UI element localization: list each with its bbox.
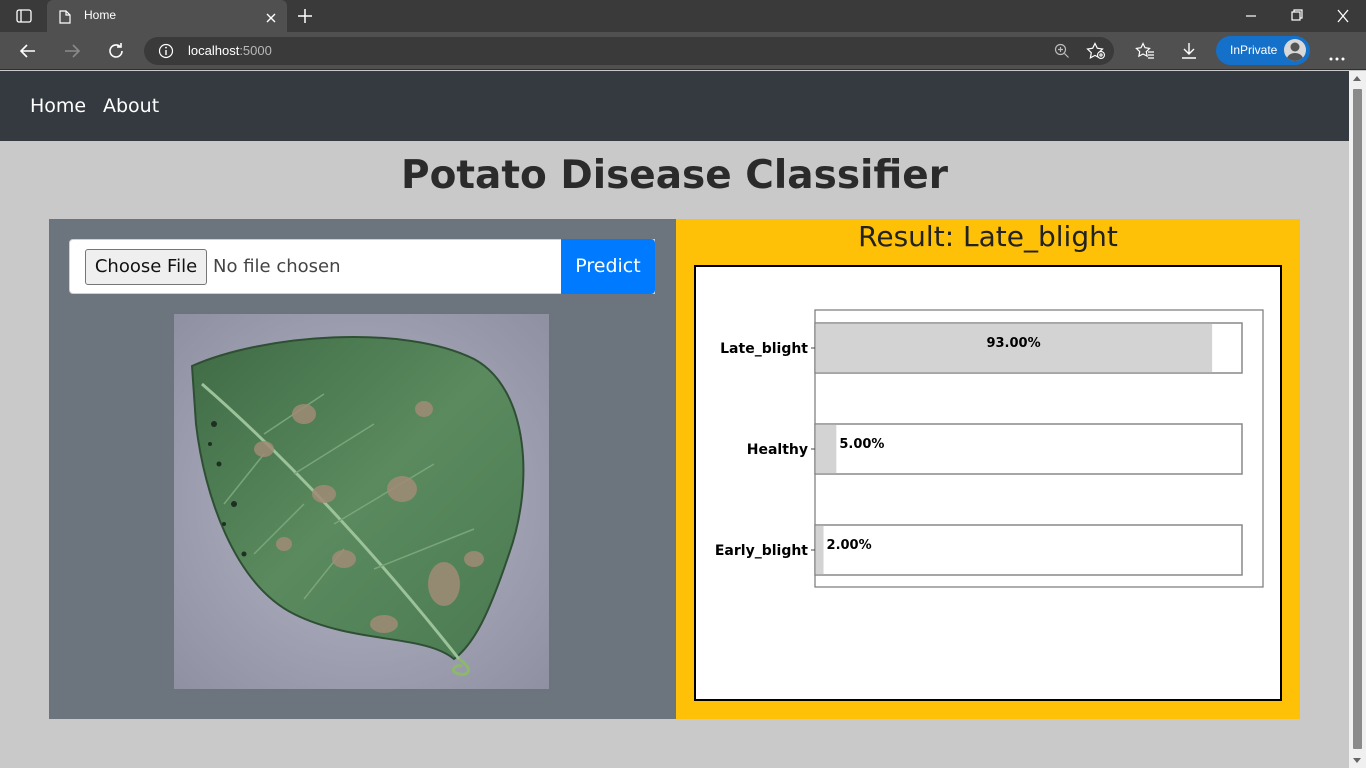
result-text: Result: Late_blight	[858, 220, 1118, 253]
forward-icon	[62, 41, 82, 61]
data-label-late_blight: 93.00%	[986, 336, 1040, 351]
browser-tab-bar: Home	[0, 0, 1366, 32]
result-panel: Result: Late_blight Late_blight 93.00% Hea…	[676, 219, 1300, 719]
site-navbar: Home About	[0, 71, 1349, 141]
url-port: :5000	[239, 43, 272, 58]
page-title: Potato Disease Classifier	[400, 153, 948, 198]
profile-avatar	[1284, 39, 1306, 61]
bar-track-early_blight	[814, 524, 1243, 576]
choose-file-button[interactable]: Choose File	[85, 249, 207, 285]
close-window-icon[interactable]	[1333, 8, 1353, 24]
vertical-scrollbar[interactable]	[1349, 71, 1366, 768]
page-viewport: Home About Potato Disease Classifier Cho…	[0, 71, 1349, 768]
scroll-down-icon[interactable]	[1353, 758, 1361, 763]
new-tab-icon[interactable]	[296, 7, 314, 25]
data-label-healthy: 5.00%	[839, 437, 884, 452]
tab-title: Home	[84, 8, 117, 22]
browser-tab[interactable]: Home	[47, 0, 287, 32]
nav-link-home[interactable]: Home	[30, 95, 86, 117]
minimize-icon[interactable]	[1241, 8, 1261, 24]
close-tab-icon[interactable]	[265, 9, 277, 28]
prediction-bar-chart: Late_blight 93.00% Healthy 5.00% Early_bligh…	[715, 309, 1264, 588]
scroll-up-icon[interactable]	[1353, 76, 1361, 81]
inprivate-button[interactable]: InPrivate	[1216, 36, 1310, 65]
page-icon	[59, 9, 71, 28]
url-text: localhost:5000	[188, 43, 272, 58]
inprivate-label: InPrivate	[1230, 43, 1278, 57]
prediction-chart: Late_blight 93.00% Healthy 5.00% Early_bligh…	[694, 265, 1282, 701]
add-favorite-icon[interactable]	[1086, 42, 1106, 64]
zoom-icon[interactable]	[1054, 43, 1070, 63]
uploaded-leaf-image	[174, 314, 549, 689]
url-host: localhost	[188, 43, 240, 58]
scroll-thumb[interactable]	[1353, 89, 1362, 749]
bar-healthy	[815, 424, 837, 474]
downloads-icon[interactable]	[1179, 41, 1199, 61]
refresh-icon[interactable]	[106, 41, 126, 61]
y-tick-label-late_blight: Late_blight	[720, 341, 808, 357]
more-options-icon[interactable]	[1328, 47, 1346, 66]
y-tick-label-healthy: Healthy	[747, 442, 808, 458]
browser-toolbar: localhost:5000 InPrivate	[0, 32, 1366, 70]
y-tick-label-early_blight: Early_blight	[715, 543, 808, 559]
tab-actions-icon[interactable]	[10, 6, 38, 26]
predict-button[interactable]: Predict	[561, 239, 655, 294]
restore-icon[interactable]	[1287, 8, 1307, 24]
data-label-early_blight: 2.00%	[827, 538, 872, 553]
site-info-icon[interactable]	[158, 43, 174, 63]
back-icon[interactable]	[18, 41, 38, 61]
no-file-text: No file chosen	[213, 256, 341, 277]
address-bar[interactable]: localhost:5000	[144, 37, 1114, 65]
bar-early_blight	[815, 525, 824, 575]
nav-link-about[interactable]: About	[103, 95, 159, 117]
favorites-icon[interactable]	[1135, 41, 1155, 61]
upload-panel: Choose File No file chosen Predict	[49, 219, 676, 719]
